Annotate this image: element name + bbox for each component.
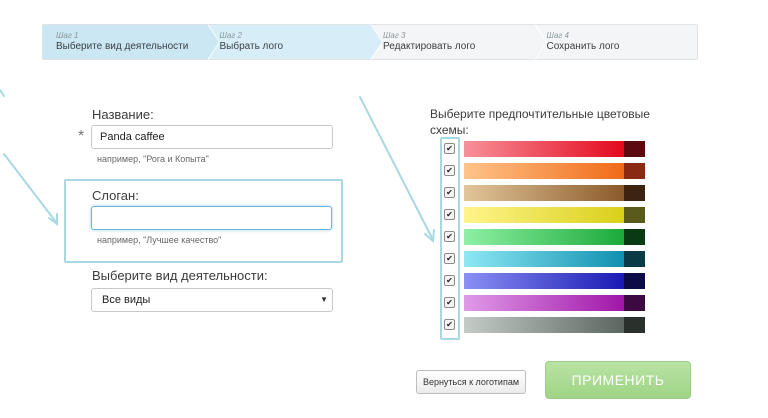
slogan-label: Слоган: bbox=[92, 188, 139, 203]
color-gradient-bar-red bbox=[464, 141, 624, 157]
color-dark-swatch-orange bbox=[624, 163, 645, 179]
color-dark-swatch-brown bbox=[624, 185, 645, 201]
color-dark-swatch-yellow bbox=[624, 207, 645, 223]
color-dark-swatch-cyan bbox=[624, 251, 645, 267]
color-scheme-checkbox-yellow[interactable]: ✔ bbox=[444, 209, 455, 220]
color-gradient-bar-purple bbox=[464, 295, 624, 311]
color-gradient-bar-orange bbox=[464, 163, 624, 179]
color-gradient-bar-brown bbox=[464, 185, 624, 201]
color-scheme-checkbox-purple[interactable]: ✔ bbox=[444, 297, 455, 308]
color-dark-swatch-purple bbox=[624, 295, 645, 311]
color-gradient-bar-green bbox=[464, 229, 624, 245]
chevron-down-icon: ▼ bbox=[320, 295, 328, 304]
slogan-input[interactable] bbox=[91, 206, 332, 230]
name-input[interactable]: Panda caffee bbox=[91, 125, 333, 149]
activity-select[interactable]: Все виды ▼ bbox=[91, 288, 333, 312]
color-dark-swatch-green bbox=[624, 229, 645, 245]
color-dark-swatch-blue bbox=[624, 273, 645, 289]
color-scheme-checkbox-red[interactable]: ✔ bbox=[444, 143, 455, 154]
back-to-logos-button[interactable]: Вернуться к логотипам bbox=[416, 370, 526, 394]
color-gradient-bar-yellow bbox=[464, 207, 624, 223]
color-gradient-bar-blue bbox=[464, 273, 624, 289]
color-scheme-checkbox-brown[interactable]: ✔ bbox=[444, 187, 455, 198]
color-dark-swatch-gray bbox=[624, 317, 645, 333]
required-asterisk: * bbox=[78, 128, 85, 145]
color-scheme-checkbox-blue[interactable]: ✔ bbox=[444, 275, 455, 286]
color-scheme-checkbox-cyan[interactable]: ✔ bbox=[444, 253, 455, 264]
activity-selected-value: Все виды bbox=[102, 294, 151, 306]
apply-button[interactable]: ПРИМЕНИТЬ bbox=[545, 361, 691, 399]
activity-label: Выберите вид деятельности: bbox=[92, 268, 268, 283]
slogan-hint: например, "Лучшее качество" bbox=[97, 235, 222, 245]
color-scheme-checkbox-orange[interactable]: ✔ bbox=[444, 165, 455, 176]
name-hint: например, "Рога и Копыта" bbox=[97, 154, 209, 164]
color-scheme-checkbox-gray[interactable]: ✔ bbox=[444, 319, 455, 330]
color-gradient-bar-gray bbox=[464, 317, 624, 333]
color-scheme-checkbox-green[interactable]: ✔ bbox=[444, 231, 455, 242]
color-gradient-bar-cyan bbox=[464, 251, 624, 267]
name-label: Название: bbox=[92, 107, 154, 122]
color-dark-swatch-red bbox=[624, 141, 645, 157]
color-schemes-title: Выберите предпочтительные цветовые схемы… bbox=[430, 107, 650, 137]
